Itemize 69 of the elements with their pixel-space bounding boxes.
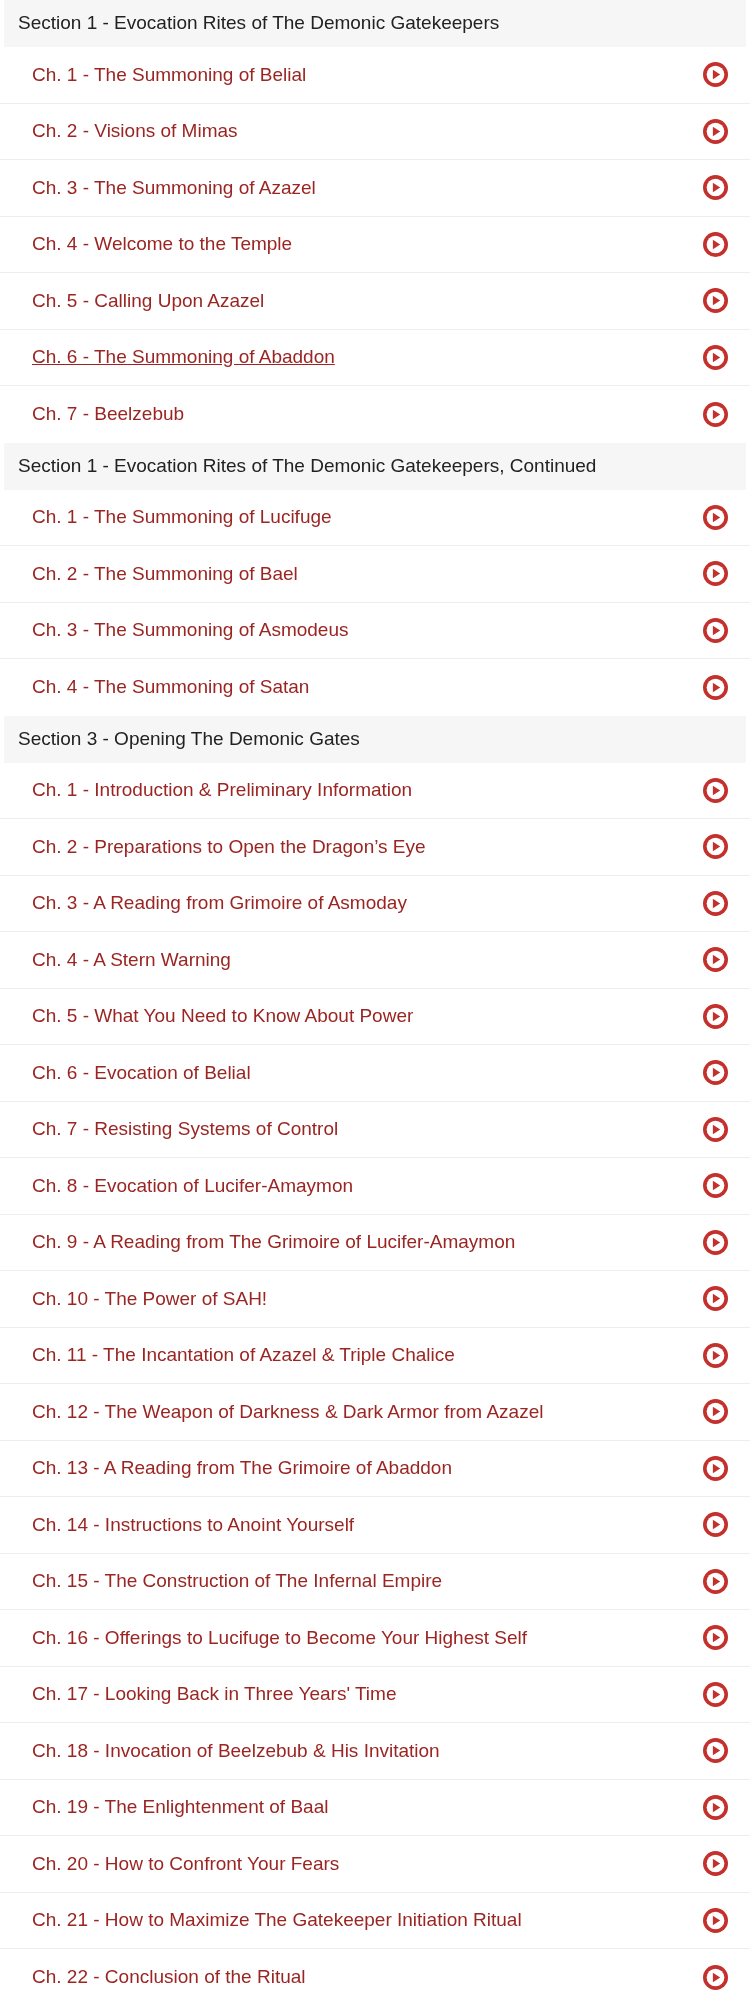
- play-icon[interactable]: [703, 231, 728, 257]
- lesson-link[interactable]: Ch. 14 - Instructions to Anoint Yourself: [32, 1510, 355, 1539]
- lesson-link[interactable]: Ch. 16 - Offerings to Lucifuge to Become Your Highest Self: [32, 1623, 527, 1652]
- lesson-link[interactable]: Ch. 13 - A Reading from The Grimoire of Abaddon: [32, 1454, 452, 1483]
- lesson-link[interactable]: Ch. 9 - A Reading from The Grimoire of Lucifer-Amaymon: [32, 1228, 516, 1257]
- lesson-link[interactable]: Ch. 19 - The Enlightenment of Baal: [32, 1793, 329, 1822]
- play-icon[interactable]: [703, 1681, 728, 1707]
- lesson-link[interactable]: Ch. 5 - What You Need to Know About Power: [32, 1002, 414, 1031]
- lesson-link[interactable]: Ch. 3 - The Summoning of Azazel: [32, 173, 316, 202]
- lesson-link[interactable]: Ch. 3 - A Reading from Grimoire of Asmoday: [32, 889, 407, 918]
- lesson-link[interactable]: Ch. 1 - Introduction & Preliminary Information: [32, 776, 413, 805]
- lesson-link[interactable]: Ch. 12 - The Weapon of Darkness & Dark Armor from Azazel: [32, 1397, 544, 1426]
- lesson-link[interactable]: Ch. 6 - The Summoning of Abaddon: [32, 343, 335, 372]
- lesson-link[interactable]: Ch. 10 - The Power of SAH!: [32, 1284, 268, 1313]
- lesson-link[interactable]: Ch. 4 - Welcome to the Temple: [32, 230, 293, 259]
- play-icon[interactable]: [703, 62, 728, 88]
- play-icon[interactable]: [703, 1455, 728, 1481]
- lesson-link[interactable]: Ch. 1 - The Summoning of Belial: [32, 60, 307, 89]
- play-icon[interactable]: [703, 561, 728, 587]
- lesson-link[interactable]: Ch. 6 - Evocation of Belial: [32, 1058, 251, 1087]
- play-icon[interactable]: [703, 1003, 728, 1029]
- play-icon[interactable]: [703, 118, 728, 144]
- play-icon[interactable]: [703, 175, 728, 201]
- lesson-link[interactable]: Ch. 11 - The Incantation of Azazel & Triple Chalice: [32, 1341, 455, 1370]
- play-icon[interactable]: [703, 1964, 728, 1990]
- lesson-link[interactable]: Ch. 17 - Looking Back in Three Years' Time: [32, 1680, 397, 1709]
- section-title: Section 3 - Opening The Demonic Gates: [18, 726, 360, 751]
- section-title: Section 1 - Evocation Rites of The Demonic Gatekeepers, Continued: [18, 453, 597, 478]
- lesson-link[interactable]: Ch. 22 - Conclusion of the Ritual: [32, 1963, 306, 1992]
- play-icon[interactable]: [703, 1568, 728, 1594]
- lesson-link[interactable]: Ch. 3 - The Summoning of Asmodeus: [32, 616, 349, 645]
- play-icon[interactable]: [703, 777, 728, 803]
- play-icon[interactable]: [703, 674, 728, 700]
- lesson-link[interactable]: Ch. 8 - Evocation of Lucifer-Amaymon: [32, 1171, 354, 1200]
- play-icon[interactable]: [703, 504, 728, 530]
- play-icon[interactable]: [703, 834, 728, 860]
- play-icon[interactable]: [703, 1116, 728, 1142]
- play-icon[interactable]: [703, 344, 728, 370]
- lesson-link[interactable]: Ch. 4 - A Stern Warning: [32, 945, 231, 974]
- lesson-link[interactable]: Ch. 20 - How to Confront Your Fears: [32, 1849, 340, 1878]
- play-icon[interactable]: [703, 1173, 728, 1199]
- lesson-link[interactable]: Ch. 7 - Beelzebub: [32, 400, 185, 429]
- lesson-link[interactable]: Ch. 4 - The Summoning of Satan: [32, 673, 310, 702]
- lesson-link[interactable]: Ch. 5 - Calling Upon Azazel: [32, 286, 265, 315]
- section-title: Section 1 - Evocation Rites of The Demonic Gatekeepers: [18, 11, 500, 36]
- play-icon[interactable]: [703, 1907, 728, 1933]
- lesson-link[interactable]: Ch. 2 - Preparations to Open the Dragon’s Eye: [32, 832, 426, 861]
- play-icon[interactable]: [703, 1794, 728, 1820]
- play-icon[interactable]: [703, 288, 728, 314]
- play-icon[interactable]: [703, 1738, 728, 1764]
- play-icon[interactable]: [703, 1229, 728, 1255]
- lesson-link[interactable]: Ch. 2 - The Summoning of Bael: [32, 559, 298, 588]
- lesson-link[interactable]: Ch. 1 - The Summoning of Lucifuge: [32, 503, 332, 532]
- play-icon[interactable]: [703, 401, 728, 427]
- play-icon[interactable]: [703, 1060, 728, 1086]
- play-icon[interactable]: [703, 1399, 728, 1425]
- play-icon[interactable]: [703, 1851, 728, 1877]
- play-icon[interactable]: [703, 1625, 728, 1651]
- lesson-link[interactable]: Ch. 7 - Resisting Systems of Control: [32, 1115, 339, 1144]
- play-icon[interactable]: [703, 1512, 728, 1538]
- play-icon[interactable]: [703, 890, 728, 916]
- lesson-link[interactable]: Ch. 21 - How to Maximize The Gatekeeper Initiation Ritual: [32, 1906, 522, 1935]
- lesson-link[interactable]: Ch. 15 - The Construction of The Infernal Empire: [32, 1567, 443, 1596]
- lesson-link[interactable]: Ch. 2 - Visions of Mimas: [32, 117, 238, 146]
- play-icon[interactable]: [703, 1342, 728, 1368]
- play-icon[interactable]: [703, 617, 728, 643]
- play-icon[interactable]: [703, 1286, 728, 1312]
- play-icon[interactable]: [703, 947, 728, 973]
- lesson-link[interactable]: Ch. 18 - Invocation of Beelzebub & His Invitation: [32, 1736, 440, 1765]
